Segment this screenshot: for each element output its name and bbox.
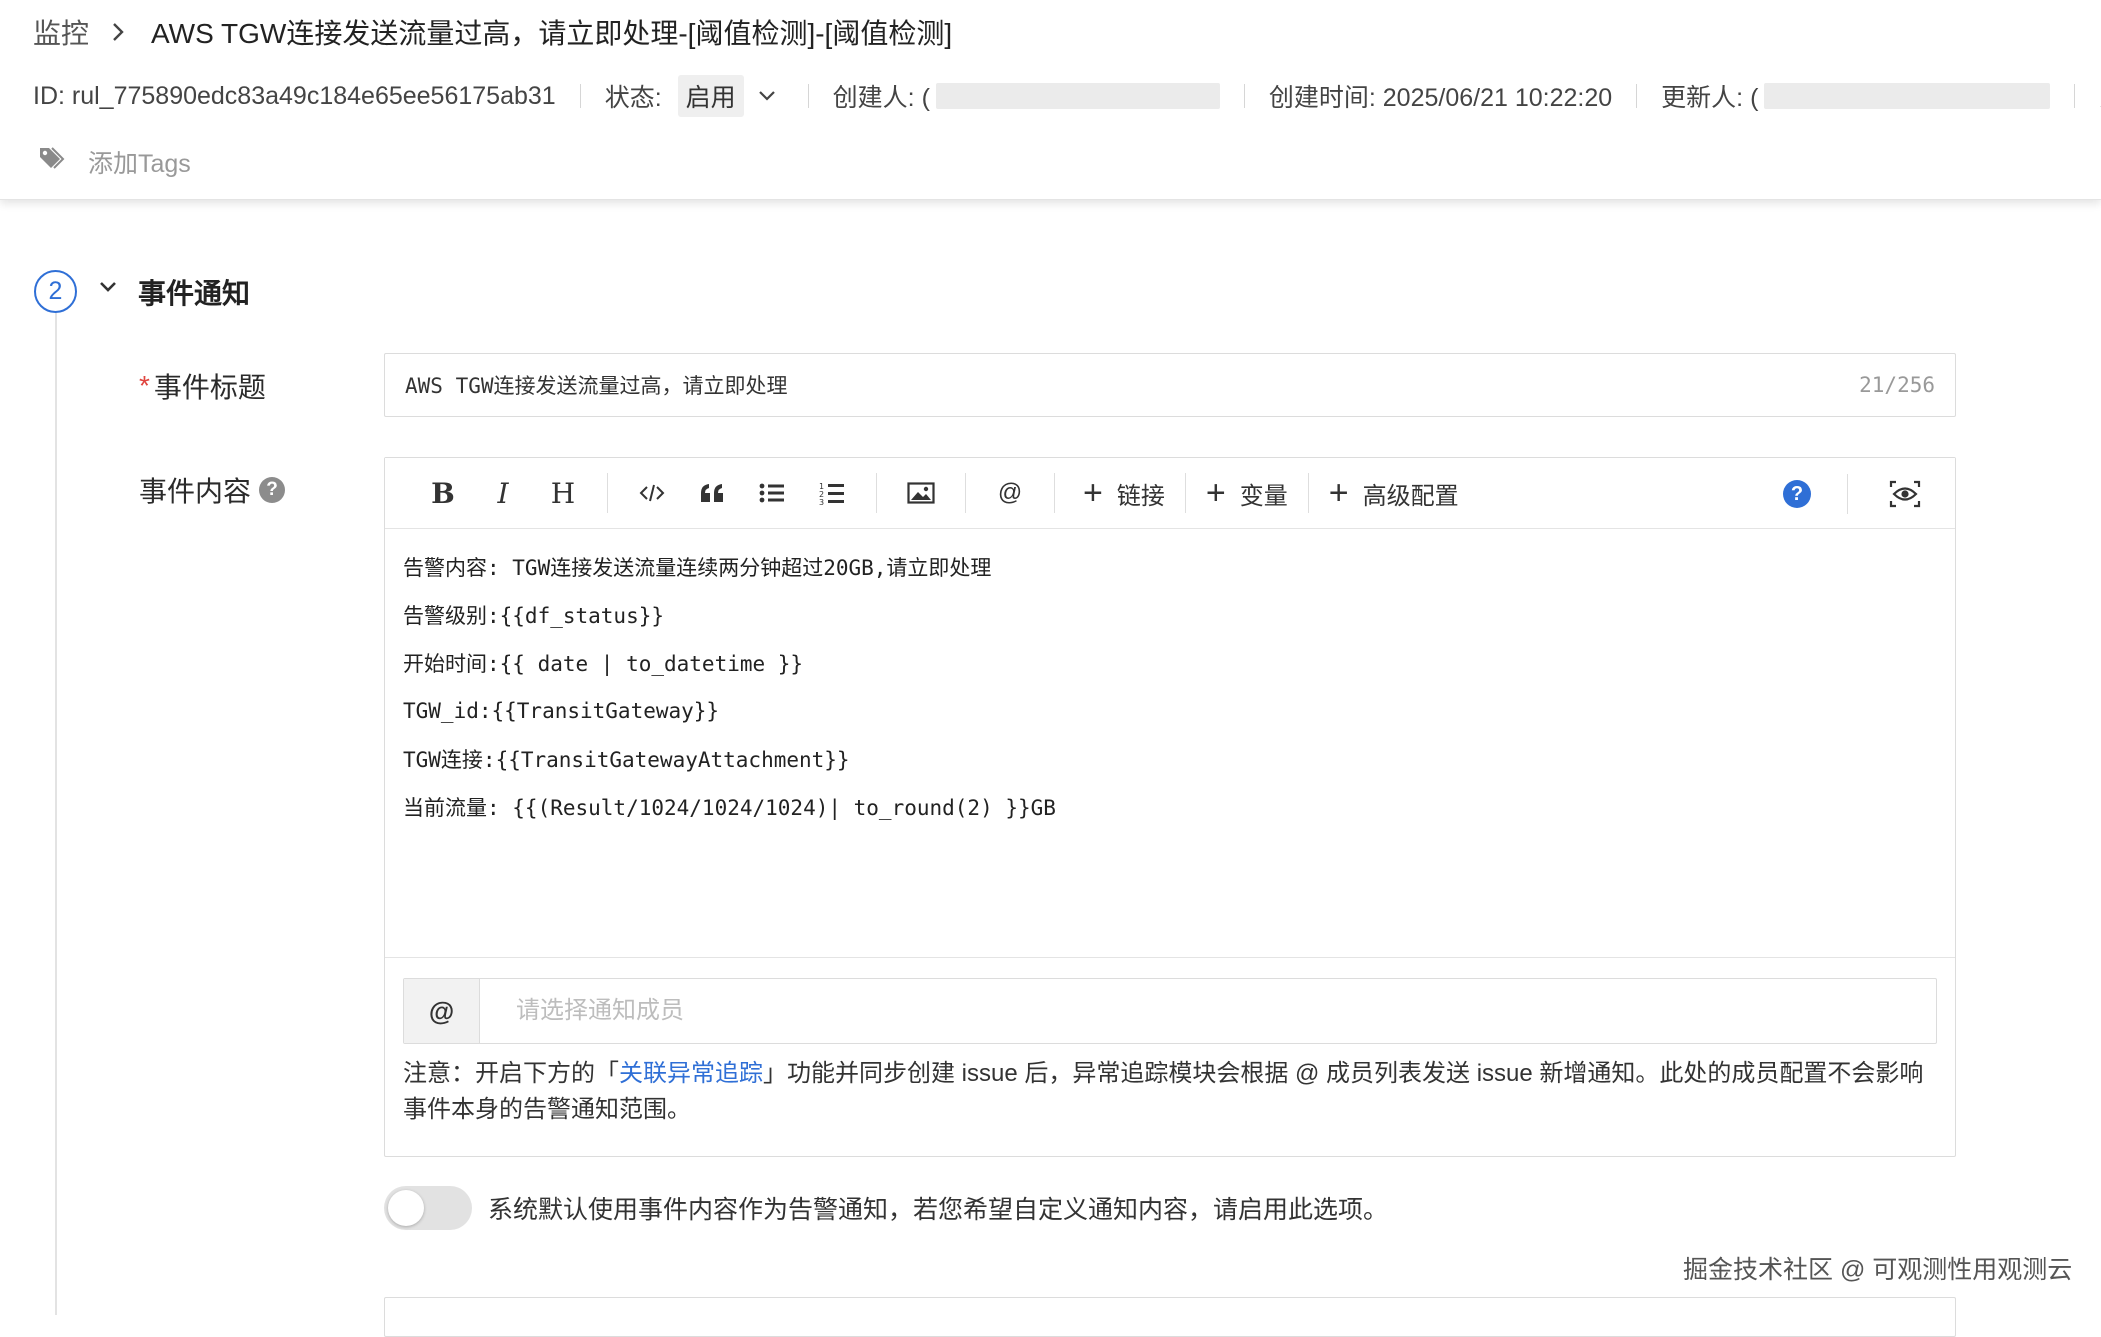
- custom-notification-toggle[interactable]: [384, 1186, 472, 1230]
- editor-toolbar: B I H 123 @ + 链接 + 变量 + 高级配置 ?: [385, 458, 1955, 529]
- content-line: TGW连接:{{TransitGatewayAttachment}}: [403, 748, 850, 772]
- editor-content[interactable]: 告警内容: TGW连接发送流量连续两分钟超过20GB,请立即处理 告警级别:{{…: [385, 529, 1955, 957]
- heading-button[interactable]: H: [533, 471, 593, 515]
- rule-header: 监控 AWS TGW连接发送流量过高，请立即处理-[阈值检测]-[阈值检测] I…: [0, 0, 2101, 200]
- image-icon[interactable]: [891, 471, 951, 515]
- insert-link-label: 链接: [1116, 482, 1165, 510]
- mention-note: 注意：开启下方的「关联异常追踪」功能并同步创建 issue 后，异常追踪模块会根…: [403, 1056, 1943, 1128]
- updater-redacted: [1764, 83, 2051, 109]
- mention-members-input[interactable]: [480, 979, 1936, 1043]
- updater-label: 更新人: (: [1661, 84, 1759, 112]
- italic-button[interactable]: I: [473, 471, 533, 515]
- preview-eye-icon[interactable]: [1885, 476, 1925, 512]
- content-line: 当前流量: {{(Result/1024/1024/1024)| to_roun…: [403, 796, 1056, 820]
- timeline-line: [55, 312, 57, 1315]
- event-content-label-text: 事件内容: [139, 476, 252, 507]
- note-prefix: 注意：开启下方的「: [403, 1060, 619, 1087]
- divider: [1636, 84, 1638, 108]
- content-line: 开始时间:{{ date | to_datetime }}: [403, 652, 804, 676]
- event-title-input[interactable]: AWS TGW连接发送流量过高，请立即处理 21/256: [384, 353, 1956, 417]
- divider: [965, 473, 966, 513]
- help-icon[interactable]: ?: [259, 477, 286, 503]
- at-icon: @: [404, 979, 480, 1043]
- toggle-knob: [388, 1190, 424, 1226]
- rule-id: ID: rul_775890edc83a49c184e65ee56175ab31: [33, 81, 556, 110]
- svg-text:3: 3: [819, 498, 824, 505]
- required-mark: *: [139, 370, 150, 401]
- mention-selector: @: [403, 978, 1937, 1044]
- divider: [876, 473, 877, 513]
- event-title-label-text: 事件标题: [153, 372, 266, 403]
- numbered-list-icon[interactable]: 123: [802, 471, 862, 515]
- divider: [807, 84, 809, 108]
- event-content-editor: B I H 123 @ + 链接 + 变量 + 高级配置 ? 告警内容: TGW…: [384, 457, 1956, 1157]
- event-title-label: * 事件标题: [139, 366, 266, 406]
- step-number: 2: [34, 270, 77, 313]
- mention-section: @ 注意：开启下方的「关联异常追踪」功能并同步创建 issue 后，异常追踪模块…: [385, 957, 1955, 1148]
- divider: [1243, 84, 1245, 108]
- creator-redacted: [935, 83, 1220, 109]
- breadcrumb-monitor-link[interactable]: 监控: [33, 12, 89, 52]
- code-icon[interactable]: [622, 471, 682, 515]
- status-label: 状态:: [604, 84, 662, 112]
- char-counter: 21/256: [1859, 373, 1935, 397]
- divider: [2074, 84, 2076, 108]
- help-icon[interactable]: ?: [1783, 480, 1811, 508]
- content-line: 告警级别:{{df_status}}: [403, 604, 665, 628]
- next-field-box: [384, 1297, 1956, 1337]
- page-title: AWS TGW连接发送流量过高，请立即处理-[阈值检测]-[阈值检测]: [151, 18, 953, 49]
- chevron-right-icon: [111, 21, 125, 43]
- plus-icon: +: [1205, 474, 1226, 512]
- watermark: 掘金技术社区 @ 可观测性用观测云: [1683, 1256, 2073, 1284]
- event-title-value: AWS TGW连接发送流量过高，请立即处理: [405, 374, 788, 398]
- chevron-down-icon[interactable]: [758, 90, 776, 102]
- breadcrumb: 监控 AWS TGW连接发送流量过高，请立即处理-[阈值检测]-[阈值检测]: [33, 12, 952, 52]
- meta-row: ID: rul_775890edc83a49c184e65ee56175ab31…: [33, 75, 2101, 117]
- add-tags[interactable]: 添加Tags: [38, 142, 191, 182]
- divider: [1054, 473, 1055, 513]
- insert-variable-label: 变量: [1239, 482, 1288, 510]
- chevron-down-icon[interactable]: [98, 280, 118, 294]
- divider: [579, 84, 581, 108]
- mention-button[interactable]: @: [980, 471, 1040, 515]
- plus-icon: +: [1083, 474, 1103, 512]
- status-badge[interactable]: 启用: [677, 75, 744, 117]
- divider: [1847, 474, 1848, 514]
- bullet-list-icon[interactable]: [742, 471, 802, 515]
- toggle-description: 系统默认使用事件内容作为告警通知，若您希望自定义通知内容，请启用此选项。: [488, 1196, 1389, 1224]
- add-tags-label[interactable]: 添加Tags: [88, 144, 191, 180]
- insert-link-button[interactable]: + 链接: [1069, 471, 1179, 515]
- tag-icon: [38, 146, 66, 179]
- quote-icon[interactable]: [682, 471, 742, 515]
- content-line: TGW_id:{{TransitGateway}}: [403, 699, 720, 723]
- insert-variable-button[interactable]: + 变量: [1192, 471, 1302, 515]
- created-time: 创建时间: 2025/06/21 10:22:20: [1268, 84, 1613, 112]
- advanced-config-label: 高级配置: [1362, 482, 1459, 510]
- related-issue-tracking-link[interactable]: 关联异常追踪: [619, 1060, 763, 1087]
- divider: [607, 473, 608, 513]
- content-line: 告警内容: TGW连接发送流量连续两分钟超过20GB,请立即处理: [403, 556, 992, 580]
- divider: [1184, 473, 1186, 513]
- section-title: 事件通知: [138, 278, 251, 309]
- event-content-label: 事件内容 ?: [139, 470, 286, 510]
- plus-icon: +: [1328, 474, 1349, 512]
- advanced-config-button[interactable]: + 高级配置: [1315, 471, 1473, 515]
- divider: [1307, 473, 1309, 513]
- creator-label: 创建人: (: [832, 84, 930, 112]
- custom-notification-toggle-row: 系统默认使用事件内容作为告警通知，若您希望自定义通知内容，请启用此选项。: [384, 1186, 1388, 1230]
- bold-button[interactable]: B: [413, 471, 473, 515]
